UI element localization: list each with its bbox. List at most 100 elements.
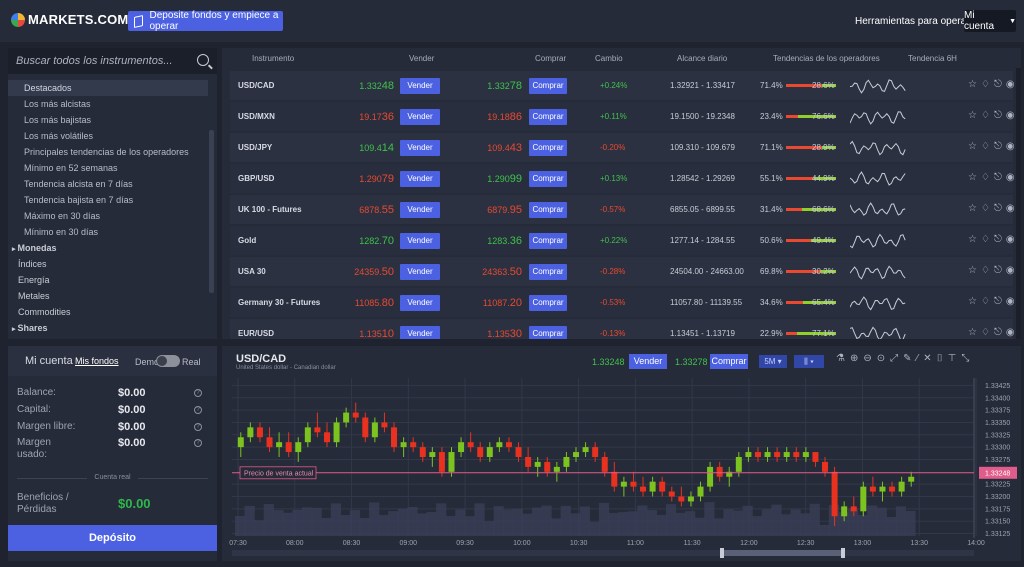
buy-button[interactable]: Comprar xyxy=(529,140,567,156)
buy-button[interactable]: Comprar xyxy=(529,264,567,280)
star-icon[interactable]: ☆ xyxy=(968,79,977,90)
category-item[interactable]: Destacados xyxy=(8,80,208,96)
search-icon[interactable] xyxy=(197,54,209,66)
star-icon[interactable]: ☆ xyxy=(968,265,977,276)
buy-button[interactable]: Comprar xyxy=(529,295,567,311)
pencil-icon[interactable]: ✎ xyxy=(903,353,911,364)
category-item[interactable]: Mínimo en 30 días xyxy=(8,224,208,240)
play-circle-icon[interactable]: ◉ xyxy=(1006,265,1015,276)
category-item[interactable]: Energía xyxy=(8,272,208,288)
star-icon[interactable]: ☆ xyxy=(968,203,977,214)
account-menu[interactable]: Mi cuenta ▼ xyxy=(964,10,1016,32)
buy-button[interactable]: Comprar xyxy=(529,202,567,218)
play-circle-icon[interactable]: ◉ xyxy=(1006,296,1015,307)
category-item[interactable]: Mínimo en 52 semanas xyxy=(8,160,208,176)
sell-button[interactable]: Vender xyxy=(400,171,440,187)
price-chart[interactable]: 07:30 08:00 08:30 09:00 09:30 10:00 10:30 11:00… xyxy=(222,372,1021,561)
line-tool-icon[interactable]: ⤢ xyxy=(890,353,898,364)
play-circle-icon[interactable]: ◉ xyxy=(1006,172,1015,183)
trading-tools-menu[interactable]: Herramientas para operar▼ xyxy=(855,16,979,27)
table-row[interactable]: Gold 1282.70 Vender 1283.36 Comprar +0.22% 127… xyxy=(230,226,1015,255)
category-item[interactable]: Metales xyxy=(8,288,208,304)
category-scrollbar[interactable] xyxy=(209,130,214,293)
table-row[interactable]: Germany 30 - Futures 11085.80 Vender 11087.… xyxy=(230,288,1015,317)
bell-icon[interactable]: ♢ xyxy=(981,172,990,183)
play-circle-icon[interactable]: ◉ xyxy=(1006,327,1015,338)
bell-icon[interactable]: ♢ xyxy=(981,296,990,307)
table-row[interactable]: USA 30 24359.50 Vender 24363.50 Comprar -0.28… xyxy=(230,257,1015,286)
info-icon[interactable]: ? xyxy=(194,389,202,397)
my-funds-link[interactable]: Mis fondos xyxy=(75,356,119,366)
category-item[interactable]: Los más bajistas xyxy=(8,112,208,128)
share-icon[interactable]: ⎋ xyxy=(994,110,1002,121)
fullscreen-icon[interactable]: ⤡ xyxy=(961,353,969,364)
sell-button[interactable]: Vender xyxy=(400,295,440,311)
category-item[interactable]: Commodities xyxy=(8,304,208,320)
category-item[interactable]: Tendencia bajista en 7 días xyxy=(8,192,208,208)
pin-icon[interactable]: ⊤ xyxy=(948,353,957,364)
deposit-cta-button[interactable]: Deposite fondos y empiece a operar xyxy=(128,10,283,32)
bell-icon[interactable]: ♢ xyxy=(981,265,990,276)
share-icon[interactable]: ⎋ xyxy=(994,141,1002,152)
play-circle-icon[interactable]: ◉ xyxy=(1006,79,1015,90)
share-icon[interactable]: ⎋ xyxy=(994,265,1002,276)
table-row[interactable]: GBP/USD 1.29079 Vender 1.29099 Comprar +0.13%… xyxy=(230,164,1015,193)
sell-button[interactable]: Vender xyxy=(400,233,440,249)
category-item[interactable]: Los más alcistas xyxy=(8,96,208,112)
bell-icon[interactable]: ♢ xyxy=(981,234,990,245)
bell-icon[interactable]: ♢ xyxy=(981,203,990,214)
table-scrollbar[interactable] xyxy=(1016,68,1021,339)
table-row[interactable]: USD/MXN 19.1736 Vender 19.1886 Comprar +0.11%… xyxy=(230,102,1015,131)
category-item[interactable]: Máximo en 30 días xyxy=(8,208,208,224)
category-item[interactable]: ▸ Monedas xyxy=(8,240,208,256)
bell-icon[interactable]: ♢ xyxy=(981,110,990,121)
chart-buy-button[interactable]: Comprar xyxy=(710,354,748,369)
table-row[interactable]: USD/JPY 109.414 Vender 109.443 Comprar -0.20%… xyxy=(230,133,1015,162)
share-icon[interactable]: ⎋ xyxy=(994,234,1002,245)
share-icon[interactable]: ⎋ xyxy=(994,172,1002,183)
share-icon[interactable]: ⎋ xyxy=(994,296,1002,307)
table-row[interactable]: UK 100 - Futures 6878.55 Vender 6879.95 Comp… xyxy=(230,195,1015,224)
sell-button[interactable]: Vender xyxy=(400,202,440,218)
chart-type-select[interactable]: ⫼ ▾ xyxy=(794,355,824,368)
star-icon[interactable]: ☆ xyxy=(968,141,977,152)
zoom-in-icon[interactable]: ⊕ xyxy=(850,353,858,364)
chart-sell-button[interactable]: Vender xyxy=(629,354,667,369)
sell-button[interactable]: Vender xyxy=(400,140,440,156)
zoom-fit-icon[interactable]: ⊙ xyxy=(877,353,885,364)
bell-icon[interactable]: ♢ xyxy=(981,327,990,338)
info-icon[interactable]: ? xyxy=(194,439,202,447)
bell-icon[interactable]: ♢ xyxy=(981,141,990,152)
demo-real-toggle[interactable] xyxy=(156,355,180,367)
zoom-out-icon[interactable]: ⊖ xyxy=(863,353,871,364)
info-icon[interactable]: ? xyxy=(194,406,202,414)
buy-button[interactable]: Comprar xyxy=(529,109,567,125)
sell-button[interactable]: Vender xyxy=(400,109,440,125)
sell-button[interactable]: Vender xyxy=(400,326,440,339)
brush-icon[interactable]: ⁄ xyxy=(917,353,919,364)
sell-button[interactable]: Vender xyxy=(400,264,440,280)
buy-button[interactable]: Comprar xyxy=(529,233,567,249)
deposit-button[interactable]: Depósito xyxy=(8,525,217,551)
buy-button[interactable]: Comprar xyxy=(529,78,567,94)
info-icon[interactable]: ? xyxy=(194,423,202,431)
share-icon[interactable]: ⎋ xyxy=(994,79,1002,90)
category-item[interactable]: Los más volátiles xyxy=(8,128,208,144)
play-circle-icon[interactable]: ◉ xyxy=(1006,110,1015,121)
buy-button[interactable]: Comprar xyxy=(529,171,567,187)
brand-logo[interactable]: MARKETS.COM xyxy=(11,12,128,27)
share-icon[interactable]: ⎋ xyxy=(994,203,1002,214)
bell-icon[interactable]: ♢ xyxy=(981,79,990,90)
camera-icon[interactable]: ⌷ xyxy=(937,353,943,364)
share-icon[interactable]: ⎋ xyxy=(994,327,1002,338)
category-item[interactable]: Índices xyxy=(8,256,208,272)
table-row[interactable]: EUR/USD 1.13510 Vender 1.13530 Comprar -0.13%… xyxy=(230,319,1015,339)
play-circle-icon[interactable]: ◉ xyxy=(1006,203,1015,214)
table-row[interactable]: USD/CAD 1.33248 Vender 1.33278 Comprar +0.24%… xyxy=(230,71,1015,100)
star-icon[interactable]: ☆ xyxy=(968,327,977,338)
category-item[interactable]: Tendencia alcista en 7 días xyxy=(8,176,208,192)
timeframe-select[interactable]: 5M ▾ xyxy=(759,355,787,368)
category-item[interactable]: ▸ Shares xyxy=(8,320,208,336)
category-item[interactable]: Principales tendencias de los operadores xyxy=(8,144,208,160)
star-icon[interactable]: ☆ xyxy=(968,172,977,183)
